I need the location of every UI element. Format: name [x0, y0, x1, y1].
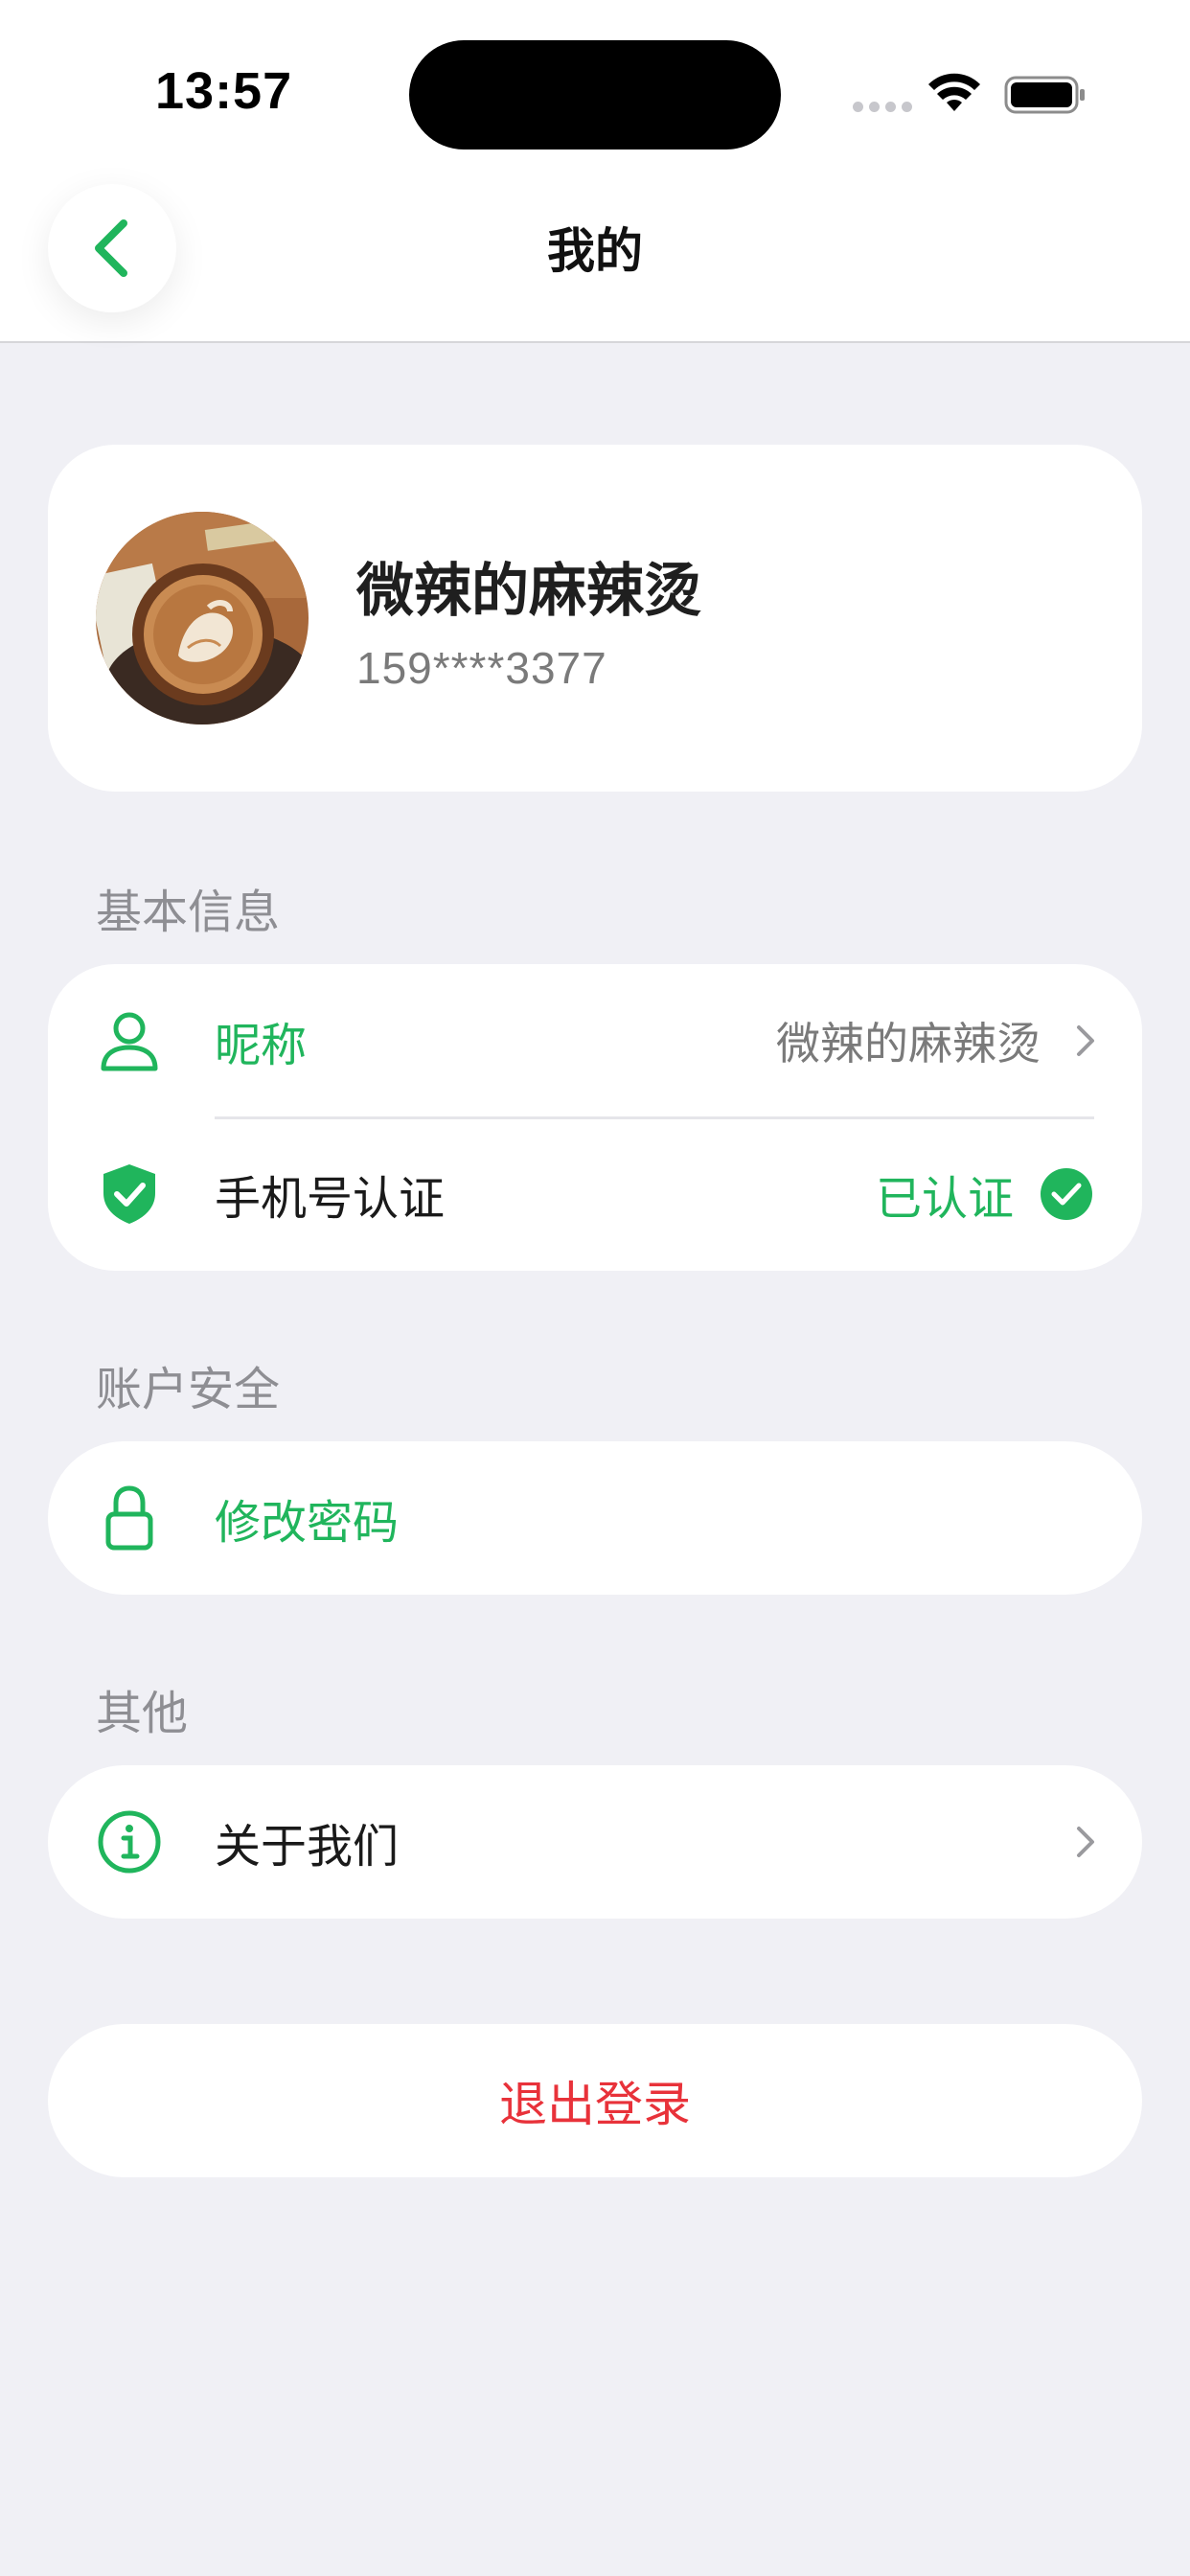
- lock-icon: [98, 1485, 161, 1551]
- profile-name: 微辣的麻辣烫: [356, 558, 701, 625]
- shield-check-icon: [98, 1162, 161, 1226]
- section-title-basic-info: 基本信息: [96, 886, 281, 939]
- nickname-label: 昵称: [215, 1019, 308, 1072]
- info-icon: [98, 1810, 161, 1874]
- phone-verify-row: 手机号认证 已认证: [48, 1117, 1142, 1271]
- avatar[interactable]: [96, 512, 309, 724]
- person-icon: [98, 1009, 161, 1072]
- page-title: 我的: [547, 223, 643, 279]
- nickname-row[interactable]: 昵称 微辣的麻辣烫: [48, 964, 1142, 1119]
- dynamic-island: [409, 40, 781, 150]
- logout-button[interactable]: 退出登录: [48, 2024, 1142, 2177]
- profile-phone: 159****3377: [356, 643, 607, 693]
- chevron-right-icon: [1077, 1827, 1094, 1857]
- section-title-other: 其他: [96, 1687, 189, 1740]
- wifi-icon: [928, 73, 980, 111]
- logout-label: 退出登录: [499, 2077, 691, 2132]
- about-us-row[interactable]: 关于我们: [48, 1765, 1142, 1919]
- change-password-row[interactable]: 修改密码: [48, 1441, 1142, 1595]
- chevron-right-icon: [1077, 1025, 1094, 1056]
- battery-icon: [1004, 76, 1085, 114]
- about-us-label: 关于我们: [215, 1820, 400, 1874]
- change-password-label: 修改密码: [215, 1496, 400, 1550]
- phone-verify-label: 手机号认证: [215, 1172, 446, 1226]
- section-title-account-security: 账户安全: [96, 1363, 281, 1416]
- status-bar: 13:57: [0, 0, 1190, 182]
- cellular-signal-icon: [853, 102, 912, 112]
- nickname-value: 微辣的麻辣烫: [776, 1018, 1041, 1070]
- check-circle-icon: [1041, 1168, 1092, 1220]
- header-bar: 13:57 我的: [0, 0, 1190, 343]
- status-time: 13:57: [155, 62, 293, 120]
- verified-status: 已认证: [875, 1172, 1014, 1226]
- basic-info-card: 昵称 微辣的麻辣烫 手机号认证 已认证: [48, 964, 1142, 1271]
- profile-card[interactable]: 微辣的麻辣烫 159****3377: [48, 445, 1142, 792]
